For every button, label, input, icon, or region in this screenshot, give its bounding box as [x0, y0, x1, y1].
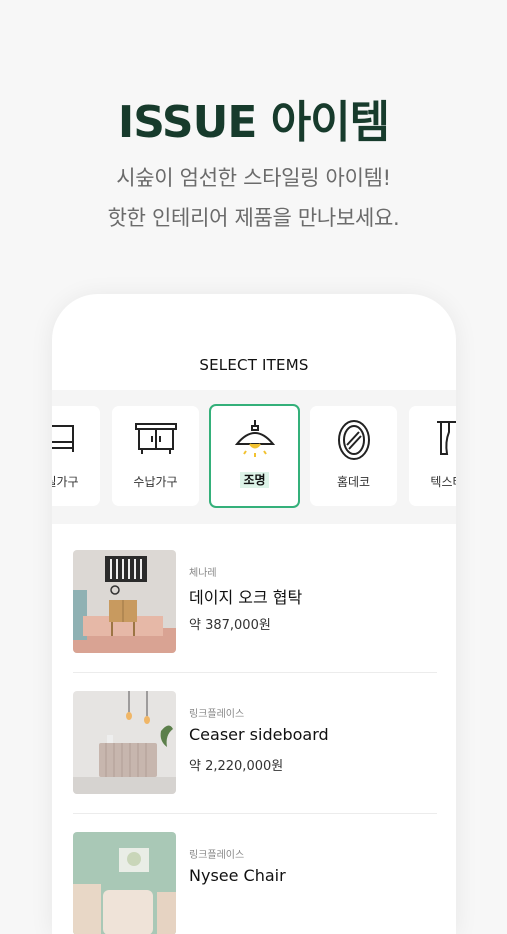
curtain-icon: [436, 421, 456, 455]
product-name: 데이지 오크 협탁: [189, 588, 303, 607]
product-item-3[interactable]: 링크플레이스 Nysee Chair: [73, 816, 437, 934]
product-brand: 체나레: [189, 568, 217, 579]
screen-title: SELECT ITEMS: [199, 356, 309, 374]
category-storage[interactable]: 수납가구: [112, 406, 199, 506]
product-price: 약 387,000원: [189, 618, 271, 633]
hero-subtitle-line1: 시숲이 엄선한 스타일링 아이템!: [116, 166, 391, 190]
divider: [73, 813, 437, 814]
cabinet-icon: [134, 423, 177, 454]
product-image: [73, 550, 176, 653]
category-label: 수납가구: [133, 475, 178, 489]
product-brand: 링크플레이스: [189, 850, 245, 861]
category-strip[interactable]: 침실가구 수납가구: [52, 390, 456, 524]
bed-icon: [52, 425, 74, 452]
category-label: 텍스타일: [430, 475, 456, 489]
category-label: 조명: [211, 471, 298, 488]
product-item-2[interactable]: 링크플레이스 Ceaser sideboard 약 2,220,000원: [73, 675, 437, 815]
hero-subtitle-line2: 핫한 인테리어 제품을 만나보세요.: [107, 206, 400, 230]
mirror-icon: [337, 420, 370, 460]
category-lighting[interactable]: 조명: [209, 404, 300, 508]
product-image: [73, 691, 176, 794]
category-homedeco[interactable]: 홈데코: [310, 406, 397, 506]
lamp-icon: [234, 420, 275, 457]
product-brand: 링크플레이스: [189, 709, 245, 720]
category-label: 침실가구: [52, 475, 79, 489]
hero-title: ISSUE 아이템: [117, 97, 390, 148]
product-item-1[interactable]: 체나레 데이지 오크 협탁 약 387,000원: [73, 534, 437, 674]
product-name: Ceaser sideboard: [189, 725, 329, 744]
phone-frame: SELECT ITEMS 침실가구 수납가구: [52, 294, 456, 934]
product-name: Nysee Chair: [189, 866, 286, 885]
product-price: 약 2,220,000원: [189, 759, 284, 774]
category-label: 홈데코: [336, 475, 371, 489]
category-label-text: 조명: [240, 472, 269, 488]
product-image: [73, 832, 176, 934]
category-textile[interactable]: 텍스타일: [409, 406, 456, 506]
divider: [73, 672, 437, 673]
category-bed[interactable]: 침실가구: [52, 406, 100, 506]
